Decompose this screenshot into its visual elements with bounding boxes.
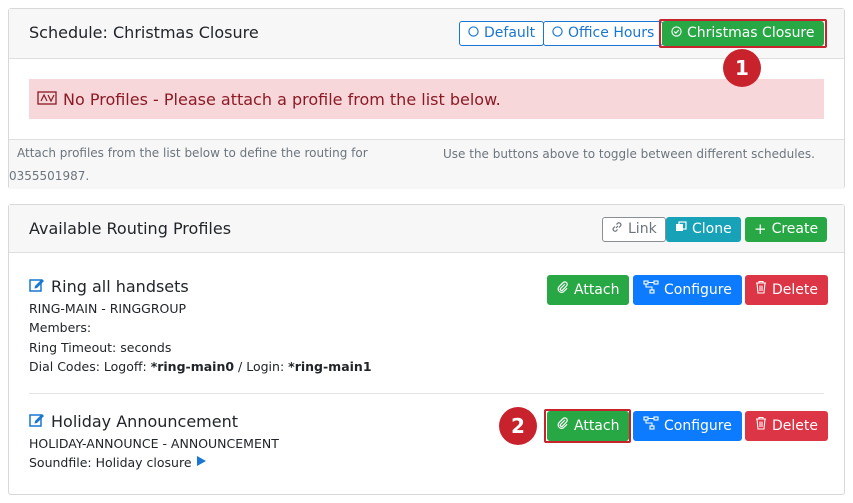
routing-title: Available Routing Profiles	[29, 219, 232, 238]
delete-button[interactable]: Delete	[745, 411, 828, 441]
step-marker-2: 2	[499, 407, 537, 445]
circle-icon	[468, 22, 479, 45]
footer-left-line2: 0355501987.	[9, 169, 90, 183]
clone-button[interactable]: Clone	[666, 217, 741, 242]
delete-label: Delete	[772, 418, 818, 434]
clone-label: Clone	[692, 221, 732, 237]
trash-icon	[755, 276, 767, 304]
schedule-default-button[interactable]: Default	[459, 21, 545, 46]
office-hours-label: Office Hours	[568, 25, 655, 41]
edit-icon[interactable]	[29, 277, 45, 296]
profile-ring-timeout: Ring Timeout: seconds	[29, 340, 172, 355]
plus-icon: +	[754, 220, 767, 238]
schedule-office-hours-button[interactable]: Office Hours	[543, 21, 664, 46]
profile-name-text: Holiday Announcement	[51, 412, 239, 431]
profile-dial-codes: Dial Codes: Logoff: *ring-main0 / Login:…	[29, 359, 372, 374]
highlight-box-2	[544, 409, 631, 443]
soundfile-text: Soundfile: Holiday closure	[29, 455, 192, 470]
profile-divider	[29, 393, 824, 394]
delete-label: Delete	[772, 282, 818, 298]
step-marker-1: 1	[723, 49, 761, 87]
profile-name-text: Ring all handsets	[51, 277, 189, 296]
profile-holiday-announcement-name: Holiday Announcement	[29, 412, 238, 431]
profile-type-line: RING-MAIN - RINGGROUP	[29, 301, 187, 316]
schedule-title: Schedule: Christmas Closure	[29, 23, 259, 42]
attach-button[interactable]: Attach	[547, 275, 630, 305]
routing-profiles-card: Available Routing Profiles Link Clone + …	[8, 204, 845, 495]
attach-label: Attach	[574, 282, 620, 298]
link-label: Link	[628, 221, 657, 237]
clone-icon	[675, 218, 687, 241]
footer-left-line1: Attach profiles from the list below to d…	[17, 146, 368, 160]
configure-button[interactable]: Configure	[633, 275, 742, 305]
delete-button[interactable]: Delete	[745, 275, 828, 305]
circle-icon	[552, 22, 563, 45]
configure-label: Configure	[664, 418, 732, 434]
create-label: Create	[771, 221, 819, 237]
login-code: *ring-main1	[288, 359, 372, 374]
create-button[interactable]: + Create	[745, 217, 828, 242]
link-button[interactable]: Link	[602, 217, 666, 242]
alert-text: No Profiles - Please attach a profile fr…	[63, 89, 501, 109]
configure-button[interactable]: Configure	[633, 411, 742, 441]
profile-members: Members:	[29, 320, 92, 335]
dial-codes-prefix: Dial Codes: Logoff:	[29, 359, 147, 374]
schedule-card-footer: Attach profiles from the list below to d…	[9, 139, 844, 189]
routing-card-header: Available Routing Profiles Link Clone + …	[9, 205, 844, 253]
profile-soundfile: Soundfile: Holiday closure	[29, 455, 207, 470]
highlight-box-1	[659, 19, 827, 48]
profile-ring-all-handsets-name: Ring all handsets	[29, 277, 189, 296]
footer-right: Use the buttons above to toggle between …	[443, 147, 815, 161]
profile-type-line: HOLIDAY-ANNOUNCE - ANNOUNCEMENT	[29, 436, 279, 451]
warning-icon	[37, 90, 57, 109]
no-profiles-alert: No Profiles - Please attach a profile fr…	[29, 79, 824, 119]
link-icon	[611, 218, 623, 241]
edit-icon[interactable]	[29, 412, 45, 431]
schedule-card: Schedule: Christmas Closure Default Offi…	[8, 8, 845, 189]
configure-label: Configure	[664, 282, 732, 298]
paperclip-icon	[557, 276, 569, 304]
logoff-code: *ring-main0	[150, 359, 235, 374]
trash-icon	[755, 412, 767, 440]
default-label: Default	[484, 25, 536, 41]
sitemap-icon	[643, 276, 659, 304]
play-icon[interactable]	[196, 455, 207, 470]
sitemap-icon	[643, 412, 659, 440]
login-separator: / Login:	[238, 359, 285, 374]
schedule-card-header: Schedule: Christmas Closure Default Offi…	[9, 9, 844, 59]
